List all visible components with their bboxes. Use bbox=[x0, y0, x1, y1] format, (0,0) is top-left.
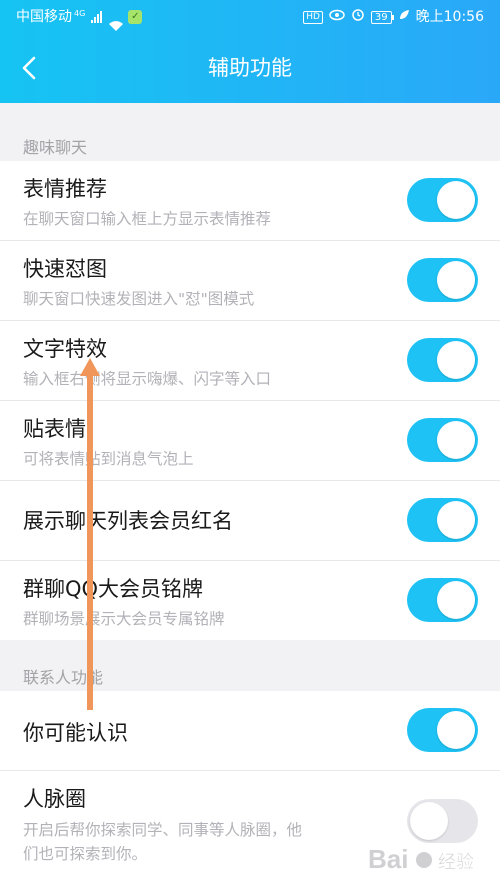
eye-icon bbox=[329, 0, 345, 34]
setting-row-sticker: 贴表情 可将表情贴到消息气泡上 bbox=[0, 401, 500, 481]
paw-icon bbox=[414, 850, 434, 870]
quick-image-toggle[interactable] bbox=[407, 258, 478, 302]
nav-bar: 辅助功能 bbox=[0, 34, 500, 103]
setting-title: 表情推荐 bbox=[23, 177, 107, 201]
toggle-knob bbox=[437, 581, 475, 619]
signal-icon bbox=[91, 11, 103, 23]
setting-title: 快速怼图 bbox=[23, 257, 107, 281]
baidu-watermark: Bai Bai 经验 bbox=[366, 834, 486, 886]
setting-row-emoji-recommend: 表情推荐 在聊天窗口输入框上方显示表情推荐 bbox=[0, 161, 500, 241]
emoji-recommend-toggle[interactable] bbox=[407, 178, 478, 222]
setting-title: 人脉圈 bbox=[23, 787, 86, 811]
toggle-knob bbox=[437, 261, 475, 299]
toggle-knob bbox=[437, 711, 475, 749]
time-prefix: 晚上 bbox=[415, 9, 444, 25]
alarm-icon bbox=[351, 0, 365, 34]
setting-title: 展示聊天列表会员红名 bbox=[23, 509, 233, 533]
toggle-knob bbox=[437, 181, 475, 219]
vip-red-name-toggle[interactable] bbox=[407, 498, 478, 542]
setting-title: 贴表情 bbox=[23, 417, 86, 441]
setting-title: 你可能认识 bbox=[23, 721, 128, 745]
section-header-fun-chat: 趣味聊天 bbox=[23, 138, 88, 157]
toggle-knob bbox=[437, 501, 475, 539]
setting-title: 群聊QQ大会员铭牌 bbox=[23, 577, 204, 601]
text-effects-toggle[interactable] bbox=[407, 338, 478, 382]
notification-icon: ✓ bbox=[128, 10, 143, 24]
page-title: 辅助功能 bbox=[208, 56, 292, 80]
setting-row-text-effects: 文字特效 输入框右侧将显示嗨爆、闪字等入口 bbox=[0, 321, 500, 401]
setting-row-people-you-may-know: 你可能认识 bbox=[0, 691, 500, 771]
header-bar: 中国移动 4G ✓ HD 39 晚上 10:56 辅助功能 bbox=[0, 0, 500, 103]
carrier-label: 中国移动 bbox=[16, 9, 72, 25]
hd-icon: HD bbox=[303, 10, 323, 24]
section-header-contacts: 联系人功能 bbox=[23, 668, 104, 687]
watermark-text-fill: Bai bbox=[368, 844, 408, 874]
watermark-text-2: 经验 bbox=[438, 852, 474, 873]
setting-subtitle: 在聊天窗口输入框上方显示表情推荐 bbox=[23, 210, 272, 228]
clock-time: 10:56 bbox=[443, 9, 484, 25]
leaf-icon bbox=[398, 0, 410, 34]
setting-subtitle: 输入框右侧将显示嗨爆、闪字等入口 bbox=[23, 370, 272, 388]
setting-subtitle: 群聊场景展示大会员专属铭牌 bbox=[23, 610, 225, 628]
annotation-arrow-icon bbox=[80, 358, 100, 710]
vip-badge-toggle[interactable] bbox=[407, 578, 478, 622]
wifi-icon bbox=[108, 11, 124, 31]
status-bar: 中国移动 4G ✓ HD 39 晚上 10:56 bbox=[0, 0, 500, 34]
setting-subtitle-line-1: 开启后帮你探索同学、同事等人脉圈，他 bbox=[23, 821, 303, 839]
setting-row-vip-badge: 群聊QQ大会员铭牌 群聊场景展示大会员专属铭牌 bbox=[0, 561, 500, 640]
setting-subtitle-line-2: 们也可探索到你。 bbox=[23, 845, 148, 863]
network-type: 4G bbox=[74, 9, 86, 18]
setting-row-quick-image: 快速怼图 聊天窗口快速发图进入"怼"图模式 bbox=[0, 241, 500, 321]
battery-icon: 39 bbox=[370, 10, 394, 24]
people-you-may-know-toggle[interactable] bbox=[407, 708, 478, 752]
settings-group-fun-chat: 表情推荐 在聊天窗口输入框上方显示表情推荐 快速怼图 聊天窗口快速发图进入"怼"… bbox=[0, 161, 500, 640]
setting-row-vip-red-name: 展示聊天列表会员红名 bbox=[0, 481, 500, 561]
toggle-knob bbox=[437, 341, 475, 379]
sticker-toggle[interactable] bbox=[407, 418, 478, 462]
setting-subtitle: 可将表情贴到消息气泡上 bbox=[23, 450, 194, 468]
toggle-knob bbox=[437, 421, 475, 459]
setting-subtitle: 聊天窗口快速发图进入"怼"图模式 bbox=[23, 290, 255, 308]
